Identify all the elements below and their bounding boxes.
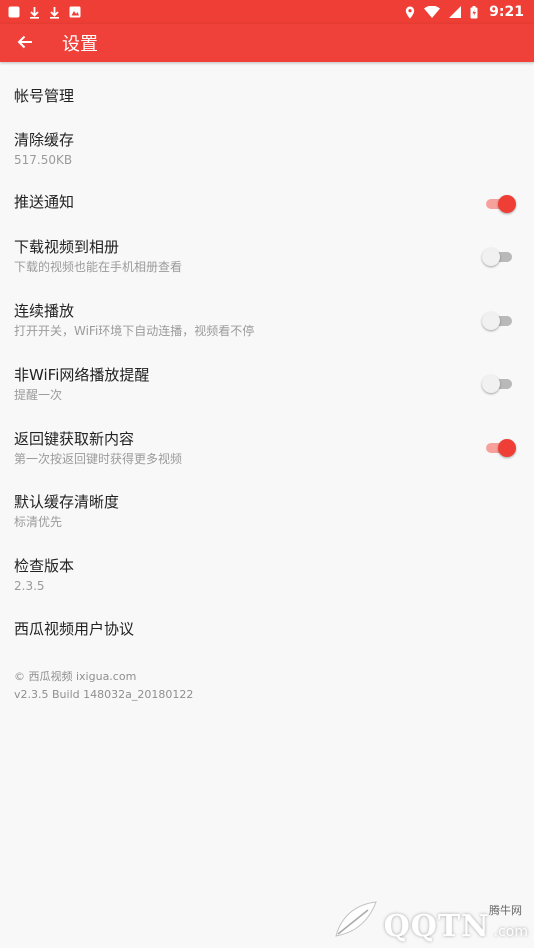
build-info: v2.3.5 Build 148032a_20180122 [14,688,194,701]
setting-subtitle: 打开开关，WiFi环境下自动连播，视频看不停 [14,324,255,338]
setting-subtitle: 提醒一次 [14,388,63,402]
status-bar: 9:21 [0,0,534,24]
non-wifi-reminder-toggle[interactable] [482,374,516,394]
back-refresh-toggle[interactable] [482,438,516,458]
setting-non-wifi-reminder: 非WiFi网络播放提醒 提醒一次 [0,365,534,403]
setting-title: 检查版本 [14,557,75,575]
setting-title: 连续播放 [14,302,75,320]
version-number: 2.3.5 [14,579,45,593]
toggle-thumb [482,312,500,330]
toggle-thumb [498,195,516,213]
location-icon [405,6,415,19]
status-time: 9:21 [489,4,524,20]
leaf-logo-icon [332,900,380,944]
setting-subtitle: 标清优先 [14,515,63,529]
notification-square-icon [8,6,20,18]
wifi-icon [424,6,441,18]
toggle-thumb [482,248,500,266]
setting-user-agreement[interactable]: 西瓜视频用户协议 [0,619,534,639]
setting-title: 默认缓存清晰度 [14,493,120,511]
back-button[interactable] [0,24,50,62]
setting-title: 帐号管理 [14,87,75,105]
image-icon [69,6,81,18]
toggle-thumb [498,439,516,457]
watermark-suffix: .com [493,924,528,940]
setting-account-management[interactable]: 帐号管理 [0,86,534,106]
signal-icon [449,6,462,18]
watermark-text: QQTN [383,909,490,944]
setting-title: 下载视频到相册 [14,238,120,256]
status-bar-system: 9:21 [405,4,524,20]
app-bar: 设置 [0,24,534,62]
setting-subtitle: 第一次按返回键时获得更多视频 [14,452,183,466]
push-notifications-toggle[interactable] [482,194,516,214]
setting-autoplay: 连续播放 打开开关，WiFi环境下自动连播，视频看不停 [0,301,534,339]
status-bar-notifications [8,6,81,19]
setting-back-refresh: 返回键获取新内容 第一次按返回键时获得更多视频 [0,429,534,467]
arrow-left-icon [17,34,33,53]
setting-default-cache-quality[interactable]: 默认缓存清晰度 标清优先 [0,492,534,530]
watermark-logo: QQTN .com [332,900,528,944]
cache-size: 517.50KB [14,153,73,167]
setting-title: 西瓜视频用户协议 [14,620,135,638]
download-icon [49,6,60,19]
toggle-thumb [482,375,500,393]
setting-title: 清除缓存 [14,131,75,149]
copyright-text: © 西瓜视频 ixigua.com [14,670,137,683]
setting-subtitle: 下载的视频也能在手机相册查看 [14,260,183,274]
setting-check-version[interactable]: 检查版本 2.3.5 [0,556,534,594]
download-icon [29,6,40,19]
setting-save-to-album: 下载视频到相册 下载的视频也能在手机相册查看 [0,237,534,275]
setting-title: 推送通知 [14,193,75,211]
setting-title: 非WiFi网络播放提醒 [14,366,150,384]
setting-clear-cache[interactable]: 清除缓存 517.50KB [0,130,534,168]
page-title: 设置 [62,34,98,55]
autoplay-toggle[interactable] [482,311,516,331]
save-to-album-toggle[interactable] [482,247,516,267]
battery-icon [470,5,478,19]
setting-title: 返回键获取新内容 [14,430,135,448]
setting-push-notifications: 推送通知 [0,192,534,212]
